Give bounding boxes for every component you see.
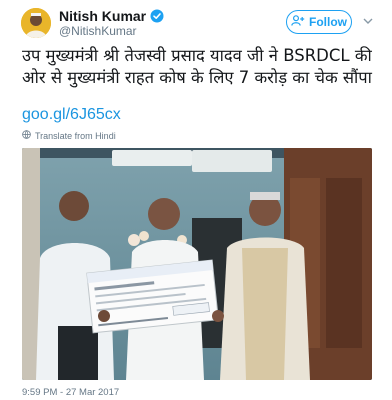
follow-button[interactable]: Follow [286, 10, 352, 34]
tweet-photo[interactable] [22, 148, 372, 380]
translate-link[interactable]: Translate from Hindi [22, 130, 116, 141]
chevron-down-icon[interactable] [362, 14, 374, 26]
tweet-link[interactable]: goo.gl/6J65cx [22, 106, 121, 124]
user-handle[interactable]: @NitishKumar [59, 24, 137, 38]
translate-label: Translate from Hindi [35, 130, 116, 141]
tweet-text: उप मुख्यमंत्री श्री तेजस्वी प्रसाद यादव … [22, 46, 372, 87]
author-name-line[interactable]: Nitish Kumar [59, 8, 164, 24]
add-user-icon [291, 15, 305, 29]
globe-icon [22, 130, 31, 141]
photo-illustration [22, 148, 372, 380]
tweet-card: Nitish Kumar @NitishKumar Follow उप मुख्… [0, 0, 392, 400]
avatar[interactable] [21, 8, 51, 38]
follow-button-label: Follow [309, 15, 347, 29]
verified-badge-icon [150, 9, 164, 23]
display-name[interactable]: Nitish Kumar [59, 8, 146, 24]
tweet-timestamp[interactable]: 9:59 PM - 27 Mar 2017 [22, 387, 119, 398]
